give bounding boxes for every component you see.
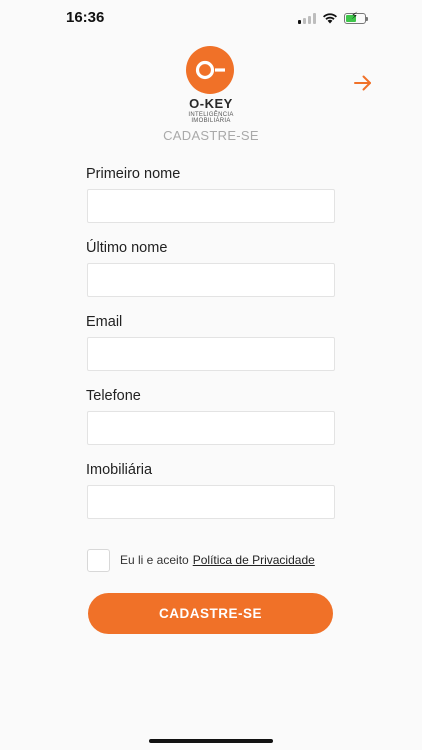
battery-charging-icon: ⚡ [344, 11, 368, 24]
real-estate-agency-label: Imobiliária [86, 462, 153, 478]
phone-input[interactable] [87, 411, 335, 445]
real-estate-agency-input[interactable] [87, 485, 335, 519]
brand-name: O-KEY [189, 96, 233, 111]
home-indicator[interactable] [149, 739, 273, 743]
privacy-consent-checkbox[interactable] [87, 548, 110, 572]
status-time: 16:36 [66, 9, 105, 26]
privacy-policy-link[interactable]: Política de Privacidade [193, 553, 315, 567]
arrow-right-icon[interactable] [352, 72, 374, 94]
status-bar: 16:36 ⚡ [0, 0, 422, 36]
brand-tagline-line2: IMOBILIÁRIA [191, 118, 231, 124]
phone-label: Telefone [86, 388, 141, 404]
brand-logo [186, 46, 234, 94]
page-title: CADASTRE-SE [163, 128, 259, 143]
first-name-label: Primeiro nome [86, 166, 181, 182]
privacy-consent-text: Eu li e aceito [120, 553, 189, 567]
last-name-input[interactable] [87, 263, 335, 297]
status-icons: ⚡ [298, 11, 368, 25]
last-name-label: Último nome [86, 240, 168, 256]
cellular-signal-icon [298, 12, 316, 24]
wifi-icon [323, 13, 337, 24]
email-input[interactable] [87, 337, 335, 371]
logo-mark-icon [195, 60, 225, 80]
privacy-consent-row: Eu li e aceito Política de Privacidade [87, 548, 315, 572]
first-name-input[interactable] [87, 189, 335, 223]
register-button[interactable]: CADASTRE-SE [88, 593, 333, 634]
email-label: Email [86, 314, 123, 330]
